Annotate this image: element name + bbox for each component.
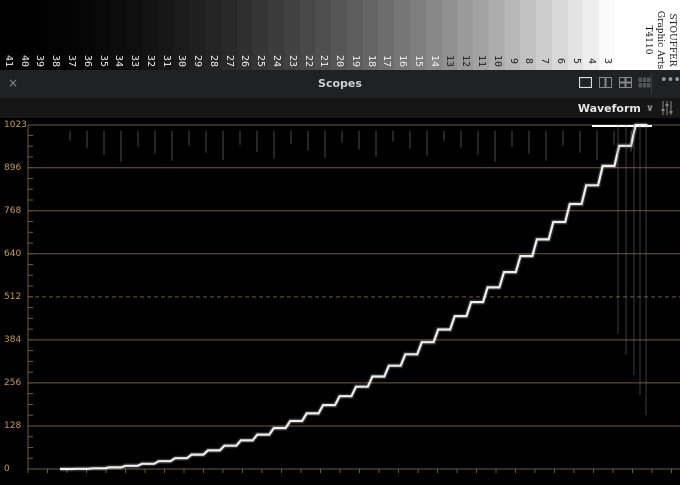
wedge-step-label: 26 (239, 54, 251, 68)
quad-layout-icon[interactable] (619, 77, 632, 88)
scale-label: 0 (4, 464, 10, 474)
scale-label: 640 (4, 248, 22, 259)
wedge-step-label: 21 (318, 54, 330, 68)
wedge-step-label: 6 (554, 57, 566, 65)
wedge-step-label: 10 (491, 54, 503, 68)
toolbar-divider (651, 74, 652, 94)
wedge-step-label: 8 (523, 57, 535, 65)
wedge-step-label: 9 (507, 57, 519, 65)
scale-label: 128 (4, 420, 22, 431)
close-button[interactable]: × (6, 76, 20, 90)
wedge-step-label: 20 (334, 54, 346, 68)
wedge-step-label: 35 (97, 54, 109, 68)
wedge-step-label: 37 (65, 54, 77, 68)
wedge-step-label: 16 (397, 54, 409, 68)
stouffer-brand-block: STOUFFER Graphic Arts T4110 (615, 0, 680, 70)
wedge-step-label: 32 (144, 54, 156, 68)
brand-line-2: Graphic Arts (655, 10, 665, 70)
scale-label: 512 (4, 291, 22, 302)
wedge-step-label: 17 (381, 54, 393, 68)
more-options-button[interactable]: ••• (660, 74, 680, 90)
single-layout-icon[interactable] (579, 77, 592, 88)
wedge-step-label: 7 (539, 57, 551, 65)
brand-line-3: T4110 (643, 25, 653, 55)
wedge-step-label: 3 (602, 57, 614, 65)
wedge-step-label: 24 (270, 54, 282, 68)
grid-layout-icon[interactable] (638, 77, 651, 88)
scale-label: 1023 (4, 120, 27, 130)
wedge-step-label: 22 (302, 54, 314, 68)
wedge-step-label: 11 (475, 54, 487, 68)
wedge-step-label: 29 (192, 54, 204, 68)
wedge-step-label: 15 (412, 54, 424, 68)
wedge-step-label: 12 (460, 54, 472, 68)
scale-label: 768 (4, 205, 22, 216)
scope-type-dropdown[interactable]: Waveform ∨ (578, 101, 654, 115)
wedge-step-label: 23 (286, 54, 298, 68)
wedge-step-label: 41 (2, 54, 14, 68)
waveform-scope: 1023 896 768 640 512 384 256 128 0 (0, 118, 680, 485)
wedge-step-label: 5 (570, 57, 582, 65)
scopes-title-bar: × Scopes ••• (0, 70, 680, 99)
waveform-graph (27, 122, 680, 473)
wedge-step-label: 36 (81, 54, 93, 68)
wedge-step-label: 40 (18, 54, 30, 68)
wedge-step-label: 14 (428, 54, 440, 68)
scope-settings-icon[interactable] (660, 100, 674, 116)
scope-type-label: Waveform (577, 101, 641, 115)
panel-title: Scopes (318, 77, 362, 90)
wedge-step-label: 19 (349, 54, 361, 68)
dual-layout-icon[interactable] (599, 77, 612, 88)
step-wedge-patches: 41 40 39 38 37 36 35 34 33 32 31 30 29 28 27 26 25 24 23 22… (0, 0, 616, 70)
wedge-step-label: 4 (586, 57, 598, 65)
wedge-step-label: 27 (223, 54, 235, 68)
scale-label: 256 (4, 377, 22, 388)
wedge-step-label: 33 (129, 54, 141, 68)
chevron-down-icon: ∨ (645, 102, 654, 114)
wedge-step-label: 28 (207, 54, 219, 68)
scale-label: 384 (4, 334, 22, 345)
scale-label: 896 (4, 162, 22, 173)
wedge-step-label: 34 (113, 54, 125, 68)
wedge-step-label: 31 (160, 54, 172, 68)
wedge-step-label: 38 (50, 54, 62, 68)
step-wedge-image: 41 40 39 38 37 36 35 34 33 32 31 30 29 28 27 26 25 24 23 22… (0, 0, 680, 70)
brand-line-1: STOUFFER (667, 13, 677, 67)
wedge-step-label: 39 (34, 54, 46, 68)
wedge-step-label: 13 (444, 54, 456, 68)
wedge-step-label: 30 (176, 54, 188, 68)
scope-toolbar: Waveform ∨ (0, 98, 680, 118)
wedge-step-label: 18 (365, 54, 377, 68)
wedge-step-label: 25 (255, 54, 267, 68)
